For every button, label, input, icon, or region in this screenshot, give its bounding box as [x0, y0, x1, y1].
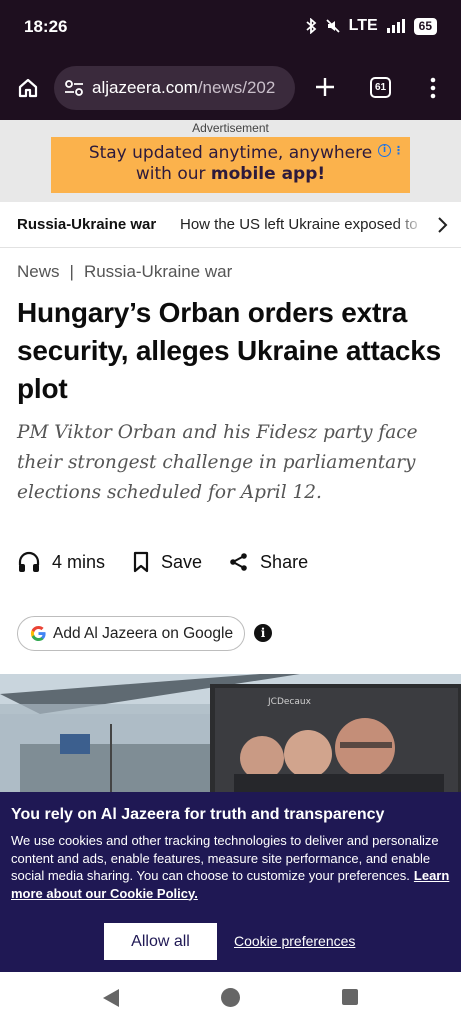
- tab-switcher-icon[interactable]: 61: [370, 77, 391, 98]
- breadcrumb-separator: |: [69, 262, 74, 281]
- breadcrumb-topic[interactable]: Russia-Ukraine war: [84, 262, 232, 282]
- cookie-title: You rely on Al Jazeera for truth and tra…: [11, 806, 385, 823]
- breadcrumb-section[interactable]: News: [17, 262, 60, 282]
- home-icon[interactable]: [16, 76, 40, 100]
- menu-icon[interactable]: [428, 76, 438, 100]
- battery-icon: 65: [413, 17, 437, 35]
- info-icon[interactable]: i: [254, 624, 272, 642]
- add-on-google-button[interactable]: Add Al Jazeera on Google: [17, 616, 245, 651]
- share-icon: [230, 553, 247, 571]
- article-headline: Hungary’s Orban orders extra security, a…: [17, 297, 442, 404]
- ad-line-2-bold: mobile app!: [210, 164, 326, 184]
- save-label: Save: [161, 551, 203, 572]
- ad-banner[interactable]: Stay updated anytime, anywhere with our …: [51, 137, 410, 193]
- bus-stop-photo: JCDecaux: [0, 674, 461, 794]
- url-domain: aljazeera.com: [92, 78, 198, 97]
- ad-choices[interactable]: i ⋮: [378, 140, 404, 161]
- article-standfirst: PM Viktor Orban and his Fidesz party fac…: [17, 422, 418, 503]
- listen-duration: 4 mins: [52, 551, 106, 572]
- image-sign-text: JCDecaux: [267, 697, 312, 707]
- topic-main-link[interactable]: Russia-Ukraine war: [17, 216, 156, 233]
- site-settings-icon[interactable]: [64, 79, 84, 97]
- url-text[interactable]: aljazeera.com/news/202: [92, 78, 275, 98]
- recents-icon[interactable]: [342, 989, 358, 1005]
- ad-info-icon[interactable]: i: [378, 144, 391, 157]
- address-bar[interactable]: aljazeera.com/news/202: [54, 66, 295, 110]
- topic-related-link[interactable]: How the US left Ukraine exposed to: [180, 216, 425, 233]
- ad-line-2-prefix: with our: [135, 164, 211, 184]
- ad-close-icon[interactable]: ⋮: [393, 140, 404, 161]
- new-tab-icon[interactable]: [314, 76, 336, 98]
- chevron-right-icon[interactable]: [436, 216, 448, 234]
- save-button[interactable]: Save: [132, 551, 202, 573]
- google-icon: [30, 625, 46, 642]
- topic-bar: Russia-Ukraine war How the US left Ukrai…: [0, 202, 461, 248]
- add-on-google-label: Add Al Jazeera on Google: [53, 624, 234, 642]
- url-path: /news/202: [197, 78, 276, 97]
- article-image: JCDecaux: [0, 674, 461, 794]
- bluetooth-icon: [306, 18, 316, 34]
- share-label: Share: [260, 551, 309, 572]
- cookie-body-text: We use cookies and other tracking techno…: [11, 833, 439, 883]
- ad-line-1: Stay updated anytime, anywhere: [88, 143, 373, 163]
- status-icons: LTE 65: [305, 17, 437, 35]
- home-nav-icon[interactable]: [221, 988, 240, 1007]
- listen-button[interactable]: 4 mins: [17, 550, 105, 574]
- breadcrumb: News | Russia-Ukraine war: [17, 262, 232, 282]
- ad-area: Advertisement Stay updated anytime, anyw…: [0, 120, 461, 202]
- system-nav-bar: [0, 972, 461, 1024]
- mute-icon: [325, 19, 340, 33]
- share-button[interactable]: Share: [229, 552, 308, 573]
- headphones-icon: [18, 551, 40, 572]
- cookie-banner: You rely on Al Jazeera for truth and tra…: [0, 792, 461, 972]
- cookie-preferences-link[interactable]: Cookie preferences: [234, 933, 355, 949]
- back-icon[interactable]: [101, 988, 120, 1008]
- signal-icon: [386, 19, 405, 33]
- network-type: LTE: [348, 17, 378, 34]
- bookmark-icon: [133, 551, 149, 573]
- allow-all-button[interactable]: Allow all: [104, 923, 217, 960]
- ad-line-2: with our mobile app!: [51, 164, 410, 185]
- status-time: 18:26: [24, 17, 68, 36]
- status-bar: 18:26 LTE 65: [0, 0, 461, 56]
- browser-toolbar: aljazeera.com/news/202 61: [0, 56, 461, 120]
- cookie-body: We use cookies and other tracking techno…: [11, 832, 451, 902]
- article-actions: 4 mins Save Share: [17, 548, 335, 576]
- ad-label: Advertisement: [192, 121, 269, 135]
